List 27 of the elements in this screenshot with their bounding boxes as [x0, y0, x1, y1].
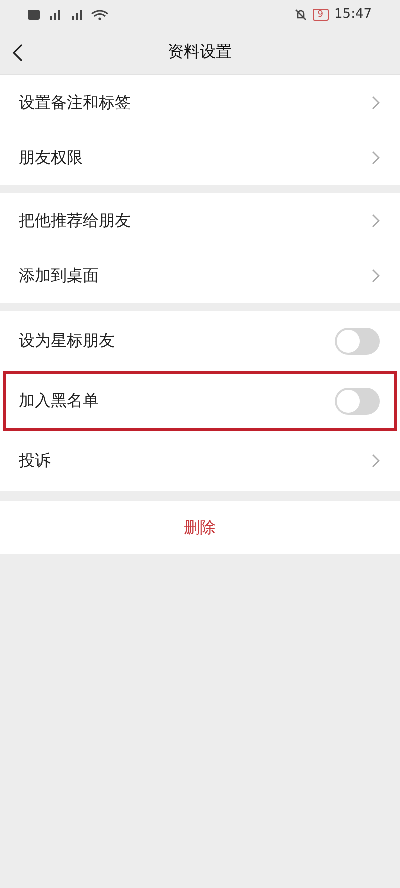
settings-row[interactable]: 朋友权限	[3, 130, 397, 185]
bell-muted-icon	[294, 9, 307, 21]
back-icon	[12, 43, 24, 63]
page-title: 资料设置	[168, 41, 232, 63]
row-label: 加入黑名单	[19, 390, 99, 412]
settings-row[interactable]: 加入黑名单	[3, 371, 397, 431]
toggle-switch[interactable]	[335, 388, 380, 414]
row-label: 设为星标朋友	[19, 330, 115, 352]
chevron-right-icon	[372, 268, 380, 282]
settings-row[interactable]: 投诉	[3, 431, 397, 491]
chevron-right-icon	[372, 96, 380, 110]
row-label: 把他推荐给朋友	[19, 210, 131, 232]
delete-button[interactable]: 删除	[0, 501, 400, 554]
row-label: 设置备注和标签	[19, 92, 131, 114]
chevron-right-icon	[372, 214, 380, 228]
row-label: 投诉	[19, 450, 51, 472]
chevron-right-icon	[372, 150, 380, 164]
chevron-right-icon	[372, 454, 380, 468]
battery-icon: 9	[312, 9, 329, 21]
settings-row[interactable]: 添加到桌面	[3, 248, 397, 303]
row-label: 朋友权限	[19, 146, 83, 168]
settings-row[interactable]: 设为星标朋友	[3, 311, 397, 371]
toggle-switch[interactable]	[335, 328, 380, 354]
row-label: 添加到桌面	[19, 264, 99, 286]
clock-time: 15:47	[334, 6, 372, 24]
settings-row[interactable]: 设置备注和标签	[3, 75, 397, 130]
settings-row[interactable]: 把他推荐给朋友	[3, 193, 397, 248]
